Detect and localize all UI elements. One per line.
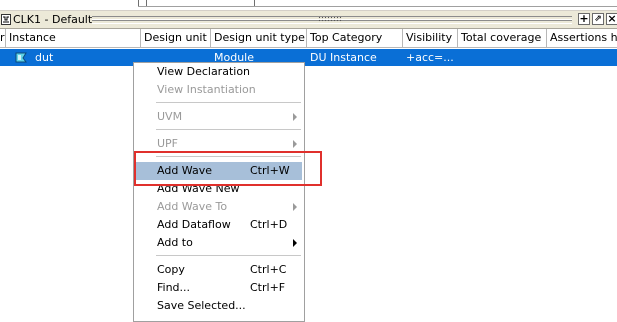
column-header-visibility[interactable]: Visibility [403,29,458,47]
menu-item-label: View Declaration [157,65,251,78]
drag-grip[interactable] [92,14,572,25]
submenu-arrow-icon [293,113,297,121]
menu-item-shortcut: Ctrl+D [250,218,288,231]
window-title: CLK1 - Default [13,13,93,26]
add-pane-button[interactable]: + [578,13,590,25]
submenu-arrow-icon [293,140,297,148]
column-header-instance[interactable]: Instance [6,29,141,47]
menu-item-label: View Instantiation [157,83,256,96]
menu-item-label: Add Wave To [157,200,228,213]
wave-window-icon [1,14,11,25]
close-button[interactable]: × [606,13,617,25]
context-menu: View Declaration View Instantiation UVM … [133,62,305,322]
menu-separator [156,129,301,130]
menu-item-label: Save Selected... [157,299,246,312]
menu-item-save-selected[interactable]: Save Selected... [136,297,302,315]
column-header-design-unit[interactable]: Design unit [141,29,211,47]
cell-top-category: DU Instance [310,51,377,64]
instance-icon [15,52,27,63]
menu-item-view-instantiation[interactable]: View Instantiation [136,81,302,99]
divider [138,6,617,7]
column-header-design-unit-type[interactable]: Design unit type [211,29,307,47]
menu-item-uvm[interactable]: UVM [136,108,302,126]
table-header: r Instance Design unit Design unit type … [0,29,617,48]
menu-item-shortcut: Ctrl+F [250,281,286,294]
menu-separator [156,102,301,103]
cell-visibility: +acc=... [406,51,454,64]
top-strip [0,0,617,10]
menu-item-label: UVM [157,110,183,123]
menu-item-add-dataflow[interactable]: Add Dataflow Ctrl+D [136,216,302,234]
column-header-top-category[interactable]: Top Category [307,29,403,47]
menu-item-view-declaration[interactable]: View Declaration [136,63,302,81]
cell-instance: dut [35,51,54,64]
submenu-arrow-icon [293,203,297,211]
menu-item-label: Find... [157,281,191,294]
menu-item-shortcut: Ctrl+C [250,263,287,276]
table-row[interactable]: dut Module DU Instance +acc=... [0,49,617,66]
menu-item-label: Add to [157,236,193,249]
submenu-arrow-icon [293,239,297,247]
menu-item-add-wave-to[interactable]: Add Wave To [136,198,302,216]
menu-item-label: Add Dataflow [157,218,231,231]
column-header-total-coverage[interactable]: Total coverage [458,29,547,47]
menu-item-copy[interactable]: Copy Ctrl+C [136,261,302,279]
menu-item-find[interactable]: Find... Ctrl+F [136,279,302,297]
annotation-highlight-box [134,151,322,186]
menu-separator [156,255,301,256]
menu-item-add-to[interactable]: Add to [136,234,302,252]
undock-button[interactable]: ⇗ [592,13,604,25]
menu-item-label: Copy [157,263,185,276]
window-title-bar[interactable]: CLK1 - Default + ⇗ × [0,10,617,29]
column-header-assertions-hit[interactable]: Assertions hit [547,29,617,47]
